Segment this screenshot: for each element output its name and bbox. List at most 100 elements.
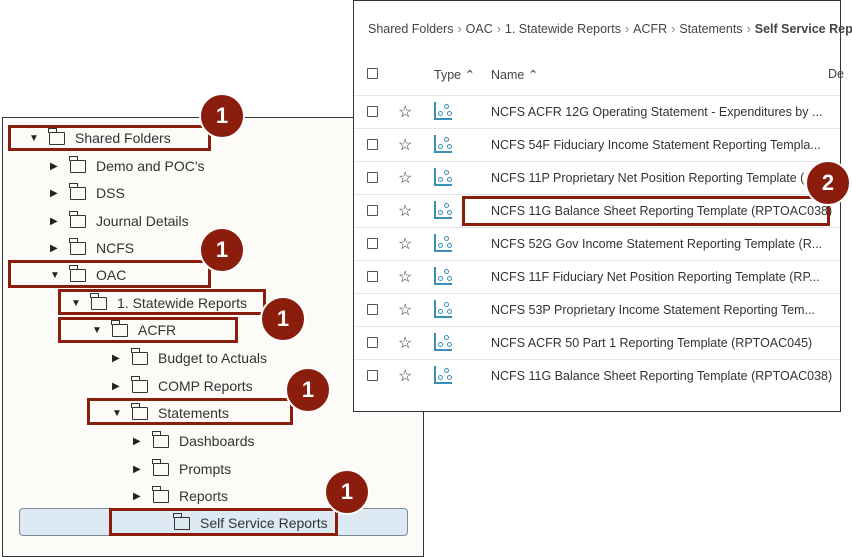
analysis-icon <box>434 267 452 285</box>
chevron-right-icon: › <box>671 22 676 36</box>
star-icon[interactable]: ☆ <box>398 267 412 287</box>
highlight-box <box>58 317 238 343</box>
tree-item[interactable]: ▶ DSS <box>50 181 125 205</box>
chevron-right-icon: › <box>457 22 462 36</box>
analysis-icon <box>434 201 452 219</box>
select-all-checkbox[interactable] <box>367 68 378 79</box>
tree-item[interactable]: ▶ COMP Reports <box>112 374 253 398</box>
tree-item[interactable]: ▶ Budget to Actuals <box>112 346 267 370</box>
row-checkbox[interactable] <box>367 370 378 381</box>
tree-item[interactable]: ▶ Demo and POC's <box>50 154 205 178</box>
star-icon[interactable]: ☆ <box>398 102 412 122</box>
folder-icon <box>152 430 169 448</box>
row-checkbox[interactable] <box>367 172 378 183</box>
item-name-link[interactable]: NCFS 52G Gov Income Statement Reporting … <box>491 237 822 251</box>
tree-item-label: Budget to Actuals <box>158 350 267 366</box>
description-column-header[interactable]: De <box>828 67 844 81</box>
folder-icon <box>152 458 169 476</box>
breadcrumb-item[interactable]: Self Service Reports <box>755 22 852 36</box>
table-row[interactable]: ☆ NCFS 11G Balance Sheet Reporting Templ… <box>354 359 840 392</box>
item-name-link[interactable]: NCFS 53P Proprietary Income Statement Re… <box>491 303 815 317</box>
tree-item[interactable]: ▶ Reports <box>133 484 228 508</box>
table-header: Type ⌃ Name ⌃ De <box>354 63 844 85</box>
item-name-link[interactable]: NCFS 11F Fiduciary Net Position Reportin… <box>491 270 820 284</box>
breadcrumb-item[interactable]: Shared Folders <box>368 22 453 36</box>
analysis-icon <box>434 234 452 252</box>
step-callout: 1 <box>324 469 370 515</box>
tree-item-label: Demo and POC's <box>96 158 205 174</box>
expand-icon[interactable]: ▶ <box>133 464 147 475</box>
row-checkbox[interactable] <box>367 337 378 348</box>
folder-icon <box>69 155 86 173</box>
table-row[interactable]: ☆ NCFS ACFR 50 Part 1 Reporting Template… <box>354 326 840 359</box>
item-name-link[interactable]: NCFS 11G Balance Sheet Reporting Templat… <box>491 369 832 383</box>
tree-item[interactable]: ▶ Prompts <box>133 457 231 481</box>
expand-icon[interactable]: ▶ <box>50 161 64 172</box>
item-name-link[interactable]: NCFS ACFR 12G Operating Statement - Expe… <box>491 105 822 119</box>
expand-icon[interactable]: ▶ <box>133 491 147 502</box>
item-name-link[interactable]: NCFS 54F Fiduciary Income Statement Repo… <box>491 138 821 152</box>
row-checkbox[interactable] <box>367 139 378 150</box>
star-icon[interactable]: ☆ <box>398 168 412 188</box>
highlight-box <box>8 260 211 288</box>
analysis-icon <box>434 366 452 384</box>
breadcrumb-item[interactable]: 1. Statewide Reports <box>505 22 621 36</box>
folder-icon <box>131 347 148 365</box>
row-checkbox[interactable] <box>367 106 378 117</box>
tree-item-label: Dashboards <box>179 433 255 449</box>
chevron-right-icon: › <box>624 22 630 36</box>
name-column-header[interactable]: Name ⌃ <box>491 67 538 82</box>
folder-icon <box>69 237 86 255</box>
breadcrumb-item[interactable]: OAC <box>466 22 493 36</box>
folder-icon <box>152 485 169 503</box>
expand-icon[interactable]: ▶ <box>50 216 64 227</box>
row-checkbox[interactable] <box>367 238 378 249</box>
highlight-box <box>109 508 338 536</box>
type-column-header[interactable]: Type ⌃ <box>434 67 475 82</box>
table-row[interactable]: ☆ NCFS 53P Proprietary Income Statement … <box>354 293 840 326</box>
tree-item[interactable]: ▶ Journal Details <box>50 209 189 233</box>
breadcrumb: Shared Folders › OAC › 1. Statewide Reports ›… <box>368 22 852 36</box>
tree-item-label: COMP Reports <box>158 378 253 394</box>
item-name-link[interactable]: NCFS ACFR 50 Part 1 Reporting Template (… <box>491 336 812 350</box>
expand-icon[interactable]: ▶ <box>50 243 64 254</box>
expand-icon[interactable]: ▶ <box>112 353 126 364</box>
expand-icon[interactable]: ▶ <box>133 436 147 447</box>
table-row[interactable]: ☆ NCFS 52G Gov Income Statement Reportin… <box>354 227 840 260</box>
star-icon[interactable]: ☆ <box>398 135 412 155</box>
table-row[interactable]: ☆ NCFS 11P Proprietary Net Position Repo… <box>354 161 840 194</box>
step-callout: 1 <box>199 227 245 273</box>
step-callout: 2 <box>805 160 851 206</box>
analysis-icon <box>434 168 452 186</box>
folder-icon <box>69 210 86 228</box>
expand-icon[interactable]: ▶ <box>50 188 64 199</box>
folder-icon <box>131 375 148 393</box>
tree-item[interactable]: ▶ NCFS <box>50 236 134 260</box>
table-row[interactable]: ☆ NCFS 54F Fiduciary Income Statement Re… <box>354 128 840 161</box>
analysis-icon <box>434 333 452 351</box>
tree-item-label: Journal Details <box>96 213 189 229</box>
highlight-box <box>8 125 211 151</box>
star-icon[interactable]: ☆ <box>398 234 412 254</box>
star-icon[interactable]: ☆ <box>398 201 412 221</box>
expand-icon[interactable]: ▶ <box>112 381 126 392</box>
row-checkbox[interactable] <box>367 271 378 282</box>
table-row[interactable]: ☆ NCFS 11F Fiduciary Net Position Report… <box>354 260 840 293</box>
row-checkbox[interactable] <box>367 205 378 216</box>
tree-item-label: NCFS <box>96 240 135 256</box>
highlight-box <box>58 289 266 315</box>
tree-item-label: Prompts <box>179 461 232 477</box>
analysis-icon <box>434 102 452 120</box>
row-checkbox[interactable] <box>367 304 378 315</box>
star-icon[interactable]: ☆ <box>398 333 412 353</box>
item-name-link[interactable]: NCFS 11P Proprietary Net Position Report… <box>491 171 815 185</box>
breadcrumb-item[interactable]: ACFR <box>633 22 667 36</box>
step-callout: 1 <box>260 296 306 342</box>
star-icon[interactable]: ☆ <box>398 366 412 386</box>
tree-item[interactable]: ▶ Dashboards <box>133 429 255 453</box>
breadcrumb-item[interactable]: Statements <box>679 22 742 36</box>
table-row[interactable]: ☆ NCFS ACFR 12G Operating Statement - Ex… <box>354 95 840 128</box>
chevron-right-icon: › <box>496 22 501 36</box>
step-callout: 1 <box>285 367 331 413</box>
star-icon[interactable]: ☆ <box>398 300 412 320</box>
